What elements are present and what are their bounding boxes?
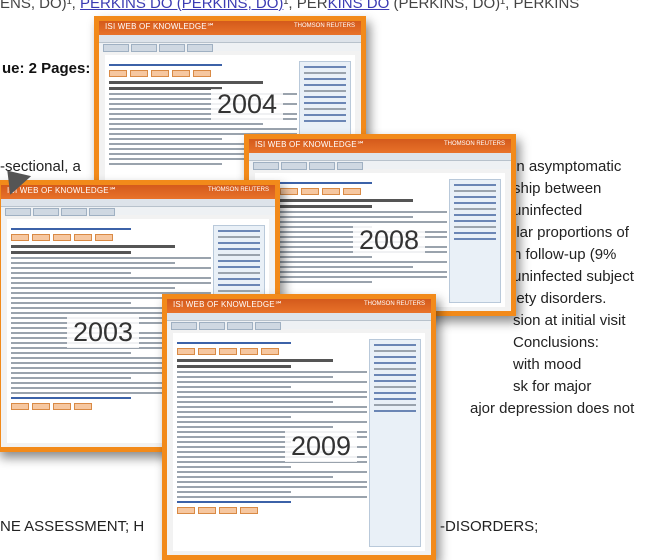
year-label: 2009 [285,431,358,462]
author-sep: ¹, PER [283,0,328,12]
tab-bar [99,43,361,52]
keywords-fragment-right: -DISORDERS; [440,518,539,535]
author-link[interactable]: PERKINS DO (PERKINS, DO) [80,0,283,12]
nav-bar [249,153,511,161]
publisher-label: THOMSON REUTERS [293,23,355,29]
wok-header: ISI WEB OF KNOWLEDGE℠ THOMSON REUTERS [99,21,361,35]
nav-bar [99,35,361,43]
abstract-line: ship between [513,180,602,197]
tab-bar [167,321,431,330]
nav-bar [1,199,275,207]
author-sep: ¹, [66,0,81,12]
author-link[interactable]: KINS DO [328,0,390,12]
abstract-line: ajor depression does not [470,400,635,417]
wok-header: ISI WEB OF KNOWLEDGE℠ THOMSON REUTERS [167,299,431,313]
abstract-line: ilar proportions of [513,224,629,241]
wok-header: ISI WEB OF KNOWLEDGE℠ THOMSON REUTERS [249,139,511,153]
brand-title: ISI WEB OF KNOWLEDGE℠ [7,186,118,195]
screenshot-2009: ISI WEB OF KNOWLEDGE℠ THOMSON REUTERS 20… [162,294,436,560]
abstract-line: uninfected [513,202,583,219]
brand-title: ISI WEB OF KNOWLEDGE℠ [255,140,366,149]
abstract-line: Conclusions: [513,334,599,351]
wok-header: ISI WEB OF KNOWLEDGE℠ THOMSON REUTERS [1,185,275,199]
screenshot-2008: ISI WEB OF KNOWLEDGE℠ THOMSON REUTERS 20… [244,134,516,316]
abstract-line: sk for major [513,378,592,395]
record-sidebar [369,339,421,547]
author-suffix: (PERKINS, DO)¹, PERKINS [389,0,580,12]
nav-bar [167,313,431,321]
author-prefix: ENS, DO) [0,0,67,12]
abstract-line: iety disorders. [513,290,607,307]
year-label: 2008 [353,225,426,256]
tab-bar [1,207,275,216]
publisher-label: THOMSON REUTERS [207,187,269,193]
year-label: 2003 [67,317,140,348]
issue-label: ue: 2 Pages: [2,60,91,77]
author-line: ENS, DO)¹, PERKINS DO (PERKINS, DO)¹, PE… [0,0,579,12]
abstract-line: h follow-up (9% [513,246,617,263]
record-sidebar [449,179,501,303]
keywords-fragment: NE ASSESSMENT; H [0,518,145,535]
publisher-label: THOMSON REUTERS [363,301,425,307]
year-label: 2004 [211,89,284,120]
abstract-line: uninfected subject [513,268,634,285]
brand-title: ISI WEB OF KNOWLEDGE℠ [105,22,216,31]
abstract-line: in asymptomatic [513,158,622,175]
abstract-line: with mood [513,356,582,373]
abstract-line: sion at initial visit [513,312,626,329]
tab-bar [249,161,511,170]
publisher-label: THOMSON REUTERS [443,141,505,147]
brand-title: ISI WEB OF KNOWLEDGE℠ [173,300,284,309]
